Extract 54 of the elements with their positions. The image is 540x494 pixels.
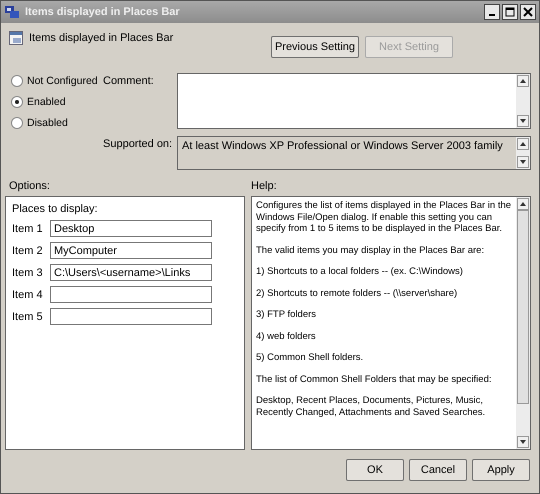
supported-on-label: Supported on: [103, 137, 173, 152]
help-label: Help: [251, 180, 278, 192]
item-label: Item 2 [12, 244, 44, 256]
item-label: Item 3 [12, 266, 44, 278]
item-label: Item 4 [12, 288, 44, 300]
dialog-button[interactable]: Cancel [409, 459, 467, 481]
supported-on-text: At least Windows XP Professional or Windows Server 2003 family [181, 139, 504, 154]
comment-label: Comment: [103, 74, 155, 89]
dialog-button[interactable]: OK [346, 459, 404, 481]
scroll-down-icon[interactable] [517, 436, 529, 448]
item-field[interactable] [50, 308, 212, 325]
options-label: Options: [8, 180, 51, 192]
item-field[interactable] [50, 286, 212, 303]
item-label: Item 1 [12, 222, 44, 234]
help-paragraph: 5) Common Shell folders. [256, 352, 364, 364]
radio-label[interactable]: Enabled [27, 96, 66, 108]
minimize-icon [489, 14, 495, 16]
maximize-button[interactable] [502, 4, 518, 20]
item-field[interactable]: Desktop [50, 220, 212, 237]
close-icon [523, 7, 533, 17]
scroll-up-icon[interactable] [517, 138, 529, 150]
help-paragraph: 1) Shortcuts to a local folders -- (ex. C:\Windows) [256, 266, 464, 278]
scroll-up-icon[interactable] [517, 75, 529, 87]
comment-field[interactable] [177, 73, 531, 129]
radio-button[interactable] [11, 75, 23, 87]
help-paragraph: 3) FTP folders [256, 309, 318, 320]
help-paragraph: The valid items you may display in the Places Bar are: [256, 244, 486, 256]
setting-icon [9, 31, 23, 45]
radio-button[interactable] [11, 117, 23, 129]
scrollbar[interactable] [516, 74, 530, 128]
scrollbar[interactable] [516, 137, 530, 169]
item-field[interactable]: C:\Users\<username>\Links [50, 264, 212, 281]
help-paragraph: 2) Shortcuts to remote folders -- (\\server\share) [256, 288, 458, 299]
window-title: Items displayed in Places Bar [25, 6, 181, 18]
radio-label[interactable]: Not Configured [27, 75, 98, 87]
maximize-icon [505, 7, 515, 17]
help-paragraph: The list of Common Shell Folders that may be specified: [256, 374, 492, 385]
item-field[interactable]: MyComputer [50, 242, 212, 259]
scroll-down-icon[interactable] [517, 115, 529, 127]
scroll-down-icon[interactable] [517, 156, 529, 168]
radio-label[interactable]: Disabled [27, 117, 68, 129]
dialog-button[interactable]: Apply [472, 459, 530, 481]
setting-nav-button[interactable]: Previous Setting [271, 36, 359, 58]
minimize-button[interactable] [484, 4, 500, 20]
options-heading: Places to display: [12, 203, 99, 215]
radio-button[interactable] [11, 96, 23, 108]
setting-title: Items displayed in Places Bar [29, 32, 174, 44]
scrollbar[interactable] [516, 197, 530, 449]
close-button[interactable] [520, 4, 536, 20]
help-paragraph: Desktop, Recent Places, Documents, Pictures, Music, Recently Changed, Attachments and Saved Searches. [256, 395, 486, 418]
scroll-up-icon[interactable] [517, 198, 529, 210]
help-paragraph: Configures the list of items displayed in the Places Bar in the Windows File/Open dialog. If enable this setting you can specify from 1 to 5 items to be displayed in the Places Bar. [256, 200, 512, 234]
help-paragraph: 4) web folders [256, 330, 317, 342]
item-label: Item 5 [12, 310, 44, 322]
